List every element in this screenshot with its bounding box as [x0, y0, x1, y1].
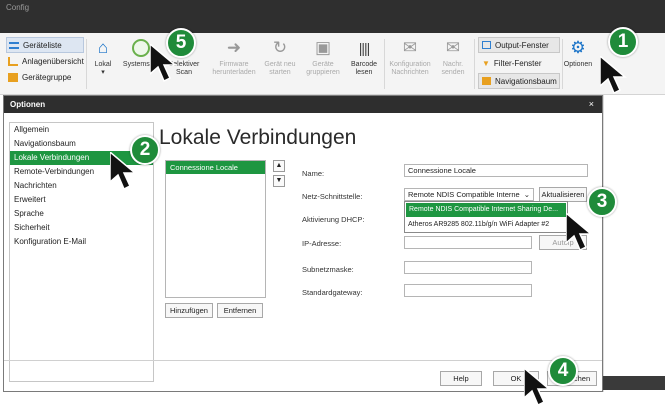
firmware-download-button[interactable]: ➜ Firmware herunterladen: [208, 37, 260, 77]
annotation-badge-1: 1: [608, 27, 638, 57]
options-dialog: Optionen × Allgemein Navigationsbaum Lok…: [3, 95, 603, 392]
arrow-down-icon: ▼: [275, 177, 283, 184]
config-messages-button[interactable]: ✉ Konfiguration Nachrichten: [386, 37, 434, 77]
move-down-button[interactable]: ▼: [273, 175, 285, 187]
group-icon: [8, 72, 18, 82]
app-title-bar: Config: [0, 0, 665, 33]
nav-item-general[interactable]: Allgemein: [10, 123, 153, 137]
list-item[interactable]: Connessione Locale: [166, 161, 265, 174]
interface-dropdown-list: Remote NDIS Compatible Internet Sharing …: [404, 201, 568, 233]
view-tree-panel: Geräteliste Anlagenübersicht Gerätegrupp…: [6, 37, 84, 85]
restart-device-button[interactable]: ↻ Gerät neu starten: [262, 37, 298, 77]
default-gateway-field[interactable]: [404, 284, 532, 297]
options-button[interactable]: ⚙ Optionen: [562, 37, 594, 69]
remove-connection-button[interactable]: Entfernen: [217, 303, 263, 318]
subnet-mask-field[interactable]: [404, 261, 532, 274]
config-message-icon: ✉: [402, 38, 418, 57]
interface-select[interactable]: Remote NDIS Compatible Interne ⌄: [404, 188, 534, 201]
gateway-label: Standardgateway:: [302, 288, 363, 297]
subnet-label: Subnetzmaske:: [302, 265, 354, 274]
dhcp-label: Aktivierung DHCP:: [302, 215, 365, 224]
mail-icon: ✉: [445, 38, 461, 57]
nav-item-email-config[interactable]: Konfiguration E-Mail: [10, 235, 153, 249]
output-window-toggle[interactable]: Output-Fenster: [478, 37, 560, 53]
options-content: Lokale Verbindungen Connessione Locale ▲…: [156, 122, 596, 382]
tree-item-device-list[interactable]: Geräteliste: [6, 37, 84, 53]
name-label: Name:: [302, 169, 325, 178]
gear-icon: ⚙: [570, 38, 586, 57]
tree-item-plant-overview[interactable]: Anlagenübersicht: [6, 53, 84, 69]
filter-window-toggle[interactable]: ▼ Filter-Fenster: [478, 55, 560, 71]
cursor-arrow-icon: [600, 56, 628, 95]
filter-icon: ▼: [482, 58, 490, 68]
tree-item-device-group[interactable]: Gerätegruppe: [6, 69, 84, 85]
dialog-title: Optionen: [10, 100, 46, 109]
ribbon-toolbar: Geräteliste Anlagenübersicht Gerätegrupp…: [0, 33, 665, 95]
nav-item-security[interactable]: Sicherheit: [10, 221, 153, 235]
cursor-arrow-icon: [524, 368, 552, 407]
ip-address-field[interactable]: [404, 236, 532, 249]
chevron-down-icon: ⌄: [523, 190, 530, 199]
nav-item-advanced[interactable]: Erweitert: [10, 193, 153, 207]
arrow-up-icon: ▲: [275, 162, 283, 169]
tree-item-label: Gerätegruppe: [22, 72, 72, 82]
local-button[interactable]: ⌂ Lokal ▾: [88, 37, 118, 77]
background-area: [603, 95, 665, 392]
add-connection-button[interactable]: Hinzufügen: [165, 303, 213, 318]
group-devices-icon: ▣: [314, 38, 332, 57]
refresh-button[interactable]: Aktualisieren: [539, 187, 587, 202]
window-icon: [482, 41, 491, 49]
window-panel: Output-Fenster ▼ Filter-Fenster Navigati…: [478, 37, 560, 91]
tree-item-label: Anlagenübersicht: [22, 56, 84, 66]
send-message-button[interactable]: ✉ Nachr. senden: [437, 37, 469, 77]
move-up-button[interactable]: ▲: [273, 160, 285, 172]
cursor-arrow-icon: [110, 152, 138, 191]
tree-icon: [8, 56, 18, 66]
app-title: Config: [6, 3, 30, 12]
cursor-arrow-icon: [566, 213, 594, 252]
nav-item-language[interactable]: Sprache: [10, 207, 153, 221]
list-icon: [9, 41, 19, 49]
navigation-tree-toggle[interactable]: Navigationsbaum: [478, 73, 560, 89]
ip-label: IP-Adresse:: [302, 239, 342, 248]
network-scan-icon: [132, 39, 150, 57]
name-field[interactable]: Connessione Locale: [404, 164, 588, 177]
dialog-title-bar: Optionen: [4, 96, 602, 113]
page-title: Lokale Verbindungen: [159, 126, 357, 149]
barcode-icon: ||||: [358, 40, 371, 56]
arrow-right-icon: ➜: [226, 38, 242, 57]
close-icon[interactable]: ×: [589, 99, 594, 109]
restart-icon: ↻: [272, 38, 288, 57]
barcode-read-button[interactable]: |||| Barcode lesen: [346, 37, 382, 77]
home-icon: ⌂: [97, 38, 109, 57]
help-button[interactable]: Help: [440, 371, 482, 386]
dropdown-option-ndis[interactable]: Remote NDIS Compatible Internet Sharing …: [406, 203, 566, 217]
cursor-arrow-icon: [150, 44, 178, 83]
navtree-icon: [482, 77, 491, 85]
dropdown-option-atheros[interactable]: Atheros AR9285 802.11b/g/n WiFi Adapter …: [405, 218, 567, 232]
interface-label: Netz-Schnittstelle:: [302, 192, 363, 201]
interface-select-value: Remote NDIS Compatible Interne: [408, 190, 520, 199]
tree-item-label: Geräteliste: [23, 40, 62, 50]
connection-list[interactable]: Connessione Locale: [165, 160, 266, 298]
dialog-divider: [4, 360, 602, 361]
group-devices-button[interactable]: ▣ Geräte gruppieren: [302, 37, 344, 77]
